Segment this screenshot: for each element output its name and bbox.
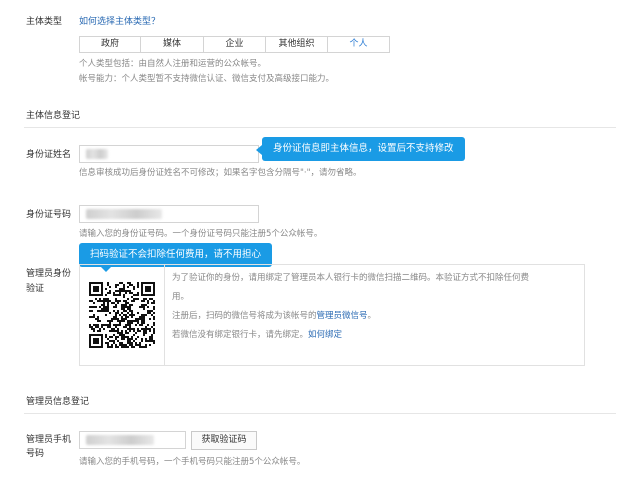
verify-text-4: 若微信没有绑定银行卡，请先绑定。如何绑定 <box>172 329 342 341</box>
verification-qr-code[interactable] <box>89 282 155 351</box>
admin-verify-label-line2: 验证 <box>26 284 45 294</box>
verify-text-2: 用。 <box>172 292 190 302</box>
section-divider <box>24 413 616 414</box>
entity-type-capability: 帐号能力：个人类型暂不支持微信认证、微信支付及高级接口能力。 <box>79 74 335 84</box>
id-number-input[interactable] <box>79 205 259 223</box>
admin-phone-label-line1: 管理员手机 <box>26 435 72 445</box>
entity-type-option-individual[interactable]: 个人 <box>327 36 390 53</box>
tooltip-arrow-icon <box>256 145 262 155</box>
admin-info-section-title: 管理员信息登记 <box>26 397 90 407</box>
entity-type-option-media[interactable]: 媒体 <box>140 36 204 53</box>
admin-verify-label-line1: 管理员身份 <box>26 269 72 279</box>
id-number-value-blurred <box>86 209 162 219</box>
id-number-hint: 请输入您的身份证号码。一个身份证号码只能注册5个公众帐号。 <box>79 229 323 239</box>
scan-tooltip-text: 扫码验证不会扣除任何费用，请不用担心 <box>90 249 262 260</box>
section-divider <box>24 127 616 128</box>
admin-phone-value-blurred <box>86 435 154 445</box>
verify-text-3: 注册后，扫码的微信号将成为该帐号的管理员微信号。 <box>172 310 376 322</box>
verify-text-3-suffix: 。 <box>367 311 377 321</box>
admin-phone-input[interactable] <box>79 431 186 449</box>
entity-type-label: 主体类型 <box>26 17 63 27</box>
id-name-value-blurred <box>86 149 108 159</box>
admin-verify-box: 为了验证你的身份，请用绑定了管理员本人银行卡的微信扫描二维码。本验证方式不扣除任… <box>79 264 585 366</box>
entity-type-option-enterprise[interactable]: 企业 <box>203 36 266 53</box>
admin-phone-hint: 请输入您的手机号码，一个手机号码只能注册5个公众帐号。 <box>79 457 306 467</box>
verify-text-3-prefix: 注册后，扫码的微信号将成为该帐号的 <box>172 311 317 321</box>
verify-text-1: 为了验证你的身份，请用绑定了管理员本人银行卡的微信扫描二维码。本验证方式不扣除任… <box>172 273 530 283</box>
entity-info-section-title: 主体信息登记 <box>26 111 81 121</box>
entity-type-option-other-org[interactable]: 其他组织 <box>265 36 328 53</box>
name-tooltip-text: 身份证信息即主体信息，设置后不支持修改 <box>273 143 454 154</box>
admin-wechat-link[interactable]: 管理员微信号 <box>317 311 368 321</box>
qr-code-icon <box>89 282 155 348</box>
entity-type-option-government[interactable]: 政府 <box>79 36 141 53</box>
entity-type-description: 个人类型包括：由自然人注册和运营的公众帐号。 <box>79 59 267 69</box>
id-name-label: 身份证姓名 <box>26 150 72 160</box>
how-to-bind-link[interactable]: 如何绑定 <box>308 330 342 340</box>
admin-phone-label-line2: 号码 <box>26 449 45 459</box>
entity-type-help-link[interactable]: 如何选择主体类型？ <box>79 16 160 29</box>
name-tooltip: 身份证信息即主体信息，设置后不支持修改 <box>256 137 465 161</box>
verify-text-4-prefix: 若微信没有绑定银行卡，请先绑定。 <box>172 330 309 340</box>
qr-divider <box>164 265 165 365</box>
id-name-hint: 信息审核成功后身份证姓名不可修改；如果名字包含分隔号"·"，请勿省略。 <box>79 168 362 178</box>
id-name-input[interactable] <box>79 145 259 163</box>
id-number-label: 身份证号码 <box>26 210 72 220</box>
get-verification-code-button[interactable]: 获取验证码 <box>191 431 257 450</box>
